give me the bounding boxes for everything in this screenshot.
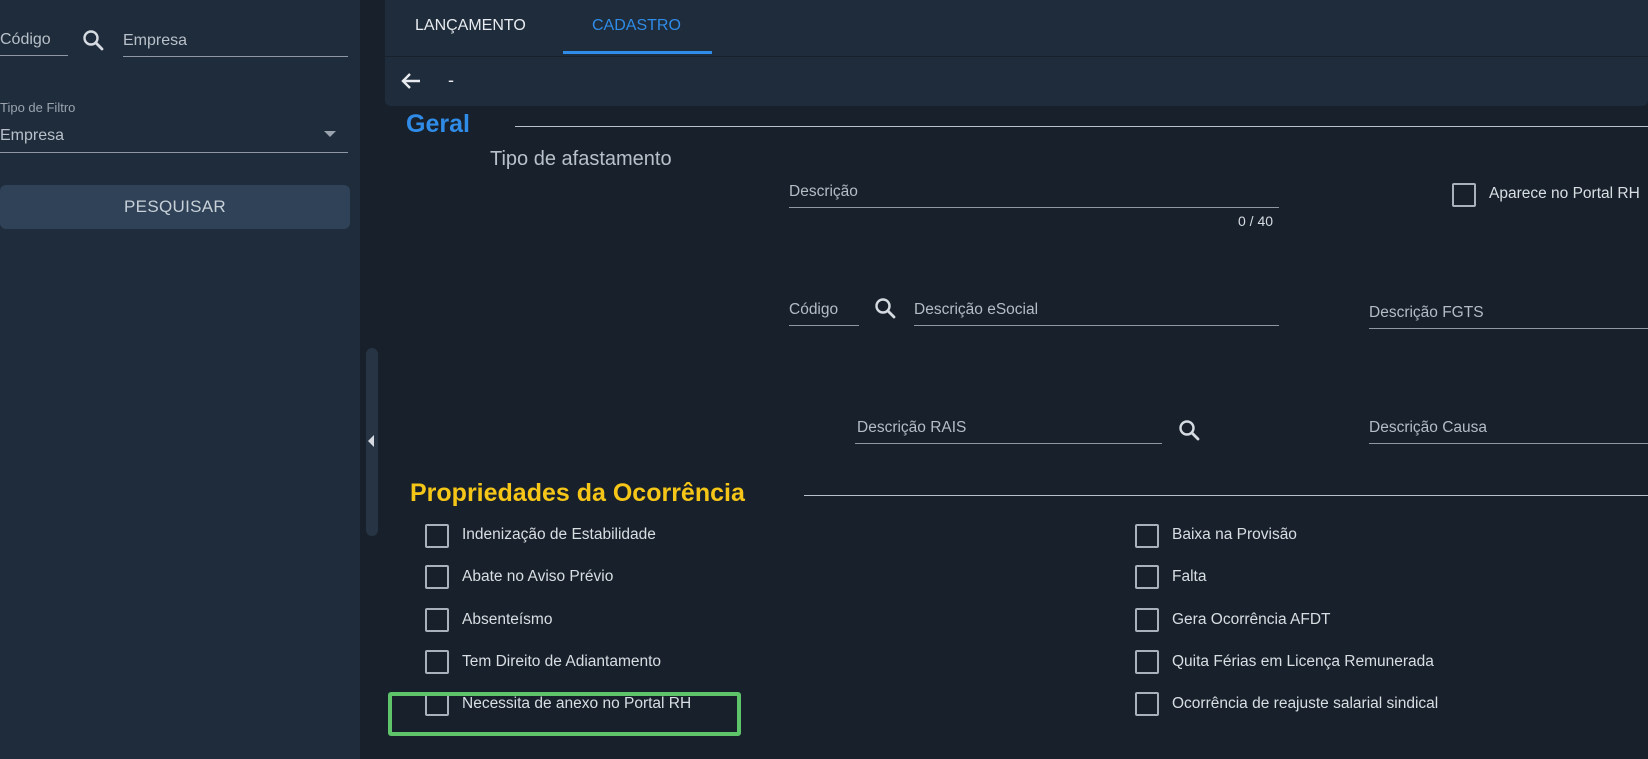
descricao-causa-label: Descrição Causa (1369, 419, 1488, 436)
falta-label: Falta (1172, 568, 1207, 585)
section-divider (804, 495, 1648, 496)
pesquisar-button[interactable]: PESQUISAR (0, 185, 350, 229)
descricao-fgts-input[interactable]: Descrição FGTS (1369, 299, 1648, 329)
direito-adiantamento-label: Tem Direito de Adiantamento (462, 653, 662, 670)
descricao-input[interactable]: Descrição (789, 178, 1279, 210)
baixa-provisao-checkbox[interactable] (1135, 524, 1159, 548)
codigo-esocial-input[interactable]: Código (789, 296, 859, 326)
tipo-filtro-select[interactable]: Empresa (0, 124, 348, 154)
descricao-underline (789, 207, 1279, 208)
codigo-esocial-label: Código (789, 301, 839, 318)
tipo-filtro-underline (0, 152, 348, 153)
section-title-propriedades: Propriedades da Ocorrência (410, 479, 745, 507)
codigo-field[interactable]: Código (0, 26, 68, 56)
highlight-box (388, 692, 741, 736)
tipo-filtro-label: Tipo de Filtro (0, 100, 76, 115)
descricao-causa-underline (1369, 443, 1648, 444)
descricao-esocial-underline (914, 325, 1279, 326)
search-rais-icon[interactable] (1177, 418, 1201, 442)
absenteismo-label: Absenteísmo (462, 611, 553, 628)
dropdown-arrow-icon (324, 131, 336, 137)
descricao-esocial-label: Descrição eSocial (914, 301, 1039, 318)
descricao-rais-label: Descrição RAIS (857, 419, 967, 436)
codigo-field-underline (0, 55, 68, 56)
descricao-causa-input[interactable]: Descrição Causa (1369, 414, 1648, 444)
quita-ferias-label: Quita Férias em Licença Remunerada (1172, 653, 1434, 670)
indenizacao-checkbox[interactable] (425, 524, 449, 548)
filter-panel: Código Empresa Tipo de Filtro Empresa PE… (0, 0, 360, 759)
gera-afdt-checkbox[interactable] (1135, 608, 1159, 632)
section-divider (515, 126, 1648, 127)
empresa-field-underline (123, 56, 348, 57)
indenizacao-label: Indenização de Estabilidade (462, 526, 656, 543)
descricao-rais-underline (855, 443, 1162, 444)
quita-ferias-checkbox[interactable] (1135, 650, 1159, 674)
descricao-char-counter: 0 / 40 (1238, 213, 1274, 229)
reajuste-sindical-checkbox[interactable] (1135, 692, 1159, 716)
search-esocial-icon[interactable] (873, 296, 897, 320)
gera-afdt-label: Gera Ocorrência AFDT (1172, 611, 1331, 628)
portal-rh-label: Aparece no Portal RH (1489, 185, 1640, 202)
active-tab-indicator (563, 51, 712, 54)
panel-collapse-handle[interactable] (366, 348, 378, 536)
codigo-field-label: Código (0, 31, 51, 48)
record-toolbar: - (385, 57, 1648, 106)
record-title: - (448, 70, 454, 90)
collapse-left-icon (368, 435, 374, 447)
form-subtitle: Tipo de afastamento (490, 148, 672, 170)
search-icon[interactable] (81, 28, 105, 52)
abate-aviso-checkbox[interactable] (425, 565, 449, 589)
portal-rh-checkbox[interactable] (1452, 183, 1476, 207)
tab-cadastro[interactable]: CADASTRO (592, 0, 681, 52)
tipo-filtro-value: Empresa (0, 127, 65, 144)
abate-aviso-label: Abate no Aviso Prévio (462, 568, 614, 585)
descricao-fgts-underline (1369, 328, 1648, 329)
descricao-label: Descrição (789, 183, 858, 200)
tab-lancamento[interactable]: LANÇAMENTO (415, 0, 526, 52)
empresa-field-label: Empresa (123, 32, 188, 49)
descricao-esocial-input[interactable]: Descrição eSocial (914, 296, 1279, 326)
codigo-esocial-underline (789, 325, 859, 326)
absenteismo-checkbox[interactable] (425, 608, 449, 632)
reajuste-sindical-label: Ocorrência de reajuste salarial sindical (1172, 695, 1439, 712)
section-title-geral: Geral (406, 110, 470, 138)
back-arrow-icon[interactable] (399, 69, 423, 93)
empresa-field[interactable]: Empresa (123, 26, 348, 57)
direito-adiantamento-checkbox[interactable] (425, 650, 449, 674)
descricao-rais-input[interactable]: Descrição RAIS (855, 414, 1162, 444)
falta-checkbox[interactable] (1135, 565, 1159, 589)
baixa-provisao-label: Baixa na Provisão (1172, 526, 1297, 543)
descricao-fgts-label: Descrição FGTS (1369, 304, 1484, 321)
tab-bar (385, 0, 1648, 56)
